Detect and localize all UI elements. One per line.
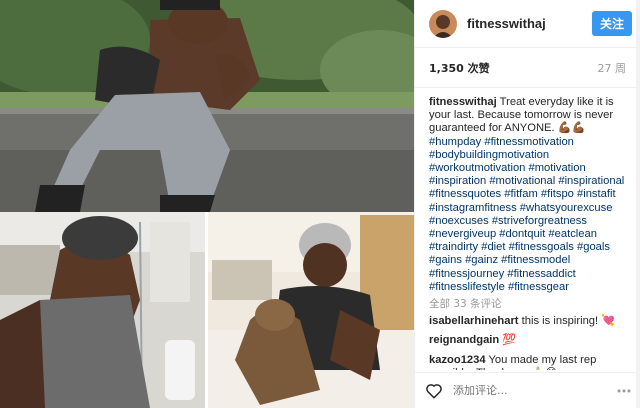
post-photo-collage[interactable] bbox=[0, 0, 414, 408]
instagram-post-window: fitnesswithaj 关注 1,350 次赞 27 周 fitnesswi… bbox=[0, 0, 640, 408]
more-options-icon[interactable] bbox=[617, 384, 631, 398]
comment-username[interactable]: isabellarhinehart bbox=[429, 315, 519, 327]
add-comment-input[interactable] bbox=[453, 384, 617, 397]
post-photo bbox=[0, 0, 414, 408]
caption-username[interactable]: fitnesswithaj bbox=[429, 96, 497, 108]
comment-text: 💯 bbox=[502, 334, 517, 347]
comment-item: reignandgain 💯 bbox=[429, 334, 626, 347]
likes-count[interactable]: 1,350 次赞 bbox=[429, 60, 490, 76]
likes-row: 1,350 次赞 27 周 bbox=[415, 48, 640, 88]
comments-list: fitnesswithaj Treat everyday like it is … bbox=[415, 88, 640, 370]
caption: fitnesswithaj Treat everyday like it is … bbox=[429, 96, 626, 294]
post-header: fitnesswithaj 关注 bbox=[415, 0, 640, 48]
comment-item: isabellarhinehart this is inspiring! 💘 bbox=[429, 315, 626, 328]
avatar-image bbox=[429, 9, 457, 38]
post-sidebar: fitnesswithaj 关注 1,350 次赞 27 周 fitnesswi… bbox=[414, 0, 640, 408]
comment-username[interactable]: reignandgain bbox=[429, 334, 499, 346]
avatar[interactable] bbox=[429, 9, 457, 38]
comment-item: kazoo1234 You made my last rep possible.… bbox=[429, 354, 626, 370]
comment-text: this is inspiring! 💘 bbox=[521, 315, 616, 328]
heart-outline-icon[interactable] bbox=[425, 382, 443, 400]
comment-username[interactable]: kazoo1234 bbox=[429, 354, 486, 366]
username-link[interactable]: fitnesswithaj bbox=[467, 16, 592, 31]
follow-button[interactable]: 关注 bbox=[591, 11, 632, 36]
add-comment-row bbox=[415, 372, 640, 408]
load-more-comments[interactable]: 全部 33 条评论 bbox=[429, 298, 626, 311]
post-timestamp[interactable]: 27 周 bbox=[598, 60, 627, 76]
caption-hashtags[interactable]: #humpday #fitnessmotivation #bodybuildin… bbox=[429, 136, 624, 293]
scrollbar[interactable] bbox=[636, 0, 640, 408]
